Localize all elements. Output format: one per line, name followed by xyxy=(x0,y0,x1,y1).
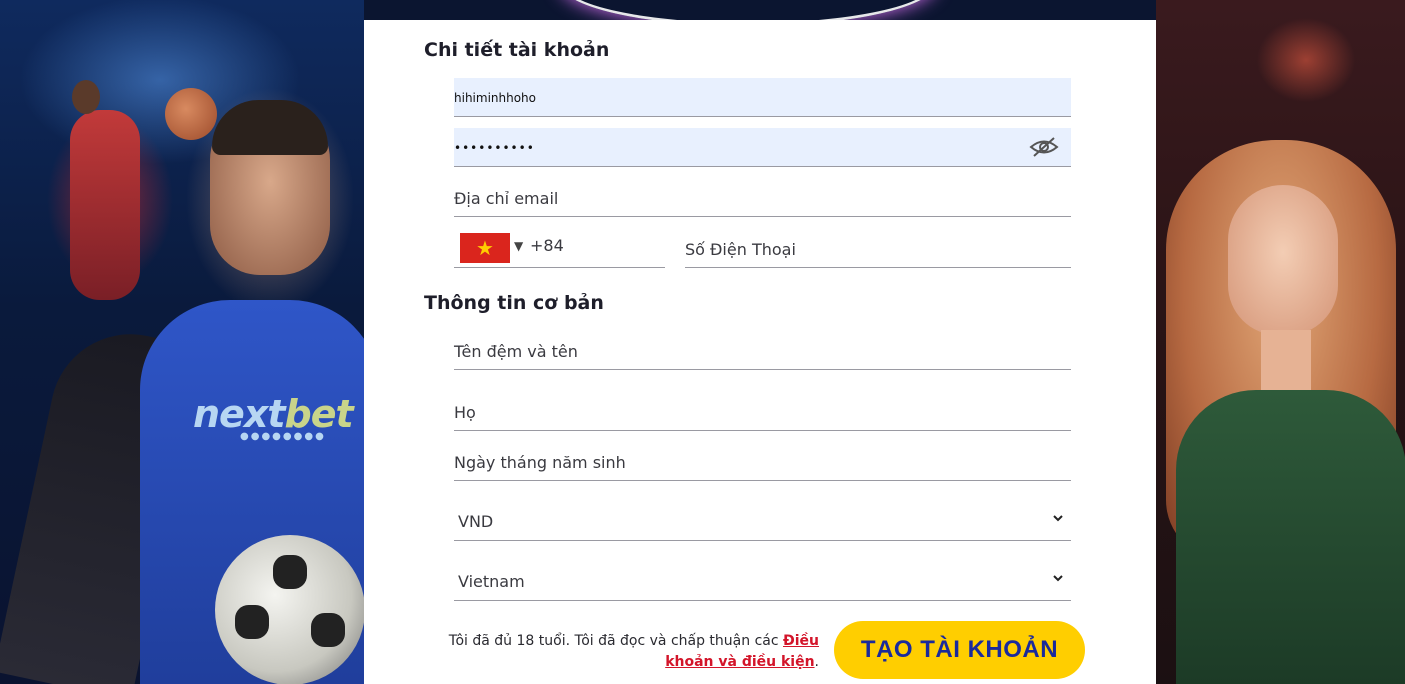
username-value: hihiminhhoho xyxy=(454,91,537,105)
chevron-down-icon xyxy=(1053,575,1063,582)
eye-slash-icon[interactable] xyxy=(1029,136,1059,158)
nextbet-logo: nextbet xyxy=(193,392,354,436)
registration-form: Chi tiết tài khoản hihiminhhoho ••••••••… xyxy=(364,20,1156,684)
family-name-field[interactable]: Họ xyxy=(454,392,1071,431)
phone-number-field[interactable]: Số Điện Thoại xyxy=(685,229,1071,268)
logo-dots: ●●●●●●●● xyxy=(240,431,326,442)
ball-patch xyxy=(235,605,269,639)
soccer-ball xyxy=(215,535,364,684)
woman-green-dress xyxy=(1176,390,1405,684)
basketball xyxy=(165,88,217,140)
basketball-player-figure xyxy=(70,110,140,300)
family-name-placeholder: Họ xyxy=(454,403,476,422)
terms-suffix: . xyxy=(814,654,819,670)
caret-down-icon: ▼ xyxy=(514,239,524,253)
username-field[interactable]: hihiminhhoho xyxy=(454,78,1071,117)
given-name-field[interactable]: Tên đệm và tên xyxy=(454,331,1071,370)
date-of-birth-field[interactable]: Ngày tháng năm sinh xyxy=(454,442,1071,481)
phone-placeholder: Số Điện Thoại xyxy=(685,240,796,259)
account-details-heading: Chi tiết tài khoản xyxy=(424,39,610,61)
ball-patch xyxy=(311,613,345,647)
email-placeholder: Địa chỉ email xyxy=(454,189,559,208)
password-field[interactable]: •••••••••• xyxy=(454,128,1071,167)
woman-face xyxy=(1228,185,1338,335)
right-banner-casino xyxy=(1156,0,1405,684)
country-value: Vietnam xyxy=(458,572,525,591)
flag-star: ★ xyxy=(476,236,494,260)
ball-patch xyxy=(273,555,307,589)
logo-part-bet: bet xyxy=(284,392,354,436)
vietnam-flag-icon: ★ xyxy=(460,233,510,263)
basketball-player-head xyxy=(72,80,100,114)
country-code-select[interactable]: ★ ▼ +84 xyxy=(454,229,665,268)
basic-info-heading: Thông tin cơ bản xyxy=(424,292,604,314)
given-name-placeholder: Tên đệm và tên xyxy=(454,342,578,361)
left-banner-sports: nextbet ●●●●●●●● xyxy=(0,0,364,684)
password-value: •••••••••• xyxy=(454,141,535,155)
goalkeeper-hair xyxy=(212,100,328,155)
chevron-down-icon xyxy=(1053,515,1063,522)
dob-placeholder: Ngày tháng năm sinh xyxy=(454,453,626,472)
email-field[interactable]: Địa chỉ email xyxy=(454,178,1071,217)
terms-text: Tôi đã đủ 18 tuổi. Tôi đã đọc và chấp th… xyxy=(444,631,819,673)
country-select[interactable]: Vietnam xyxy=(454,561,1071,601)
currency-select[interactable]: VND xyxy=(454,501,1071,541)
country-code-value: +84 xyxy=(530,236,564,255)
terms-prefix: Tôi đã đủ 18 tuổi. Tôi đã đọc và chấp th… xyxy=(448,633,783,649)
create-account-button[interactable]: TẠO TÀI KHOẢN xyxy=(834,621,1085,679)
logo-part-next: next xyxy=(193,392,286,436)
currency-value: VND xyxy=(458,512,494,531)
